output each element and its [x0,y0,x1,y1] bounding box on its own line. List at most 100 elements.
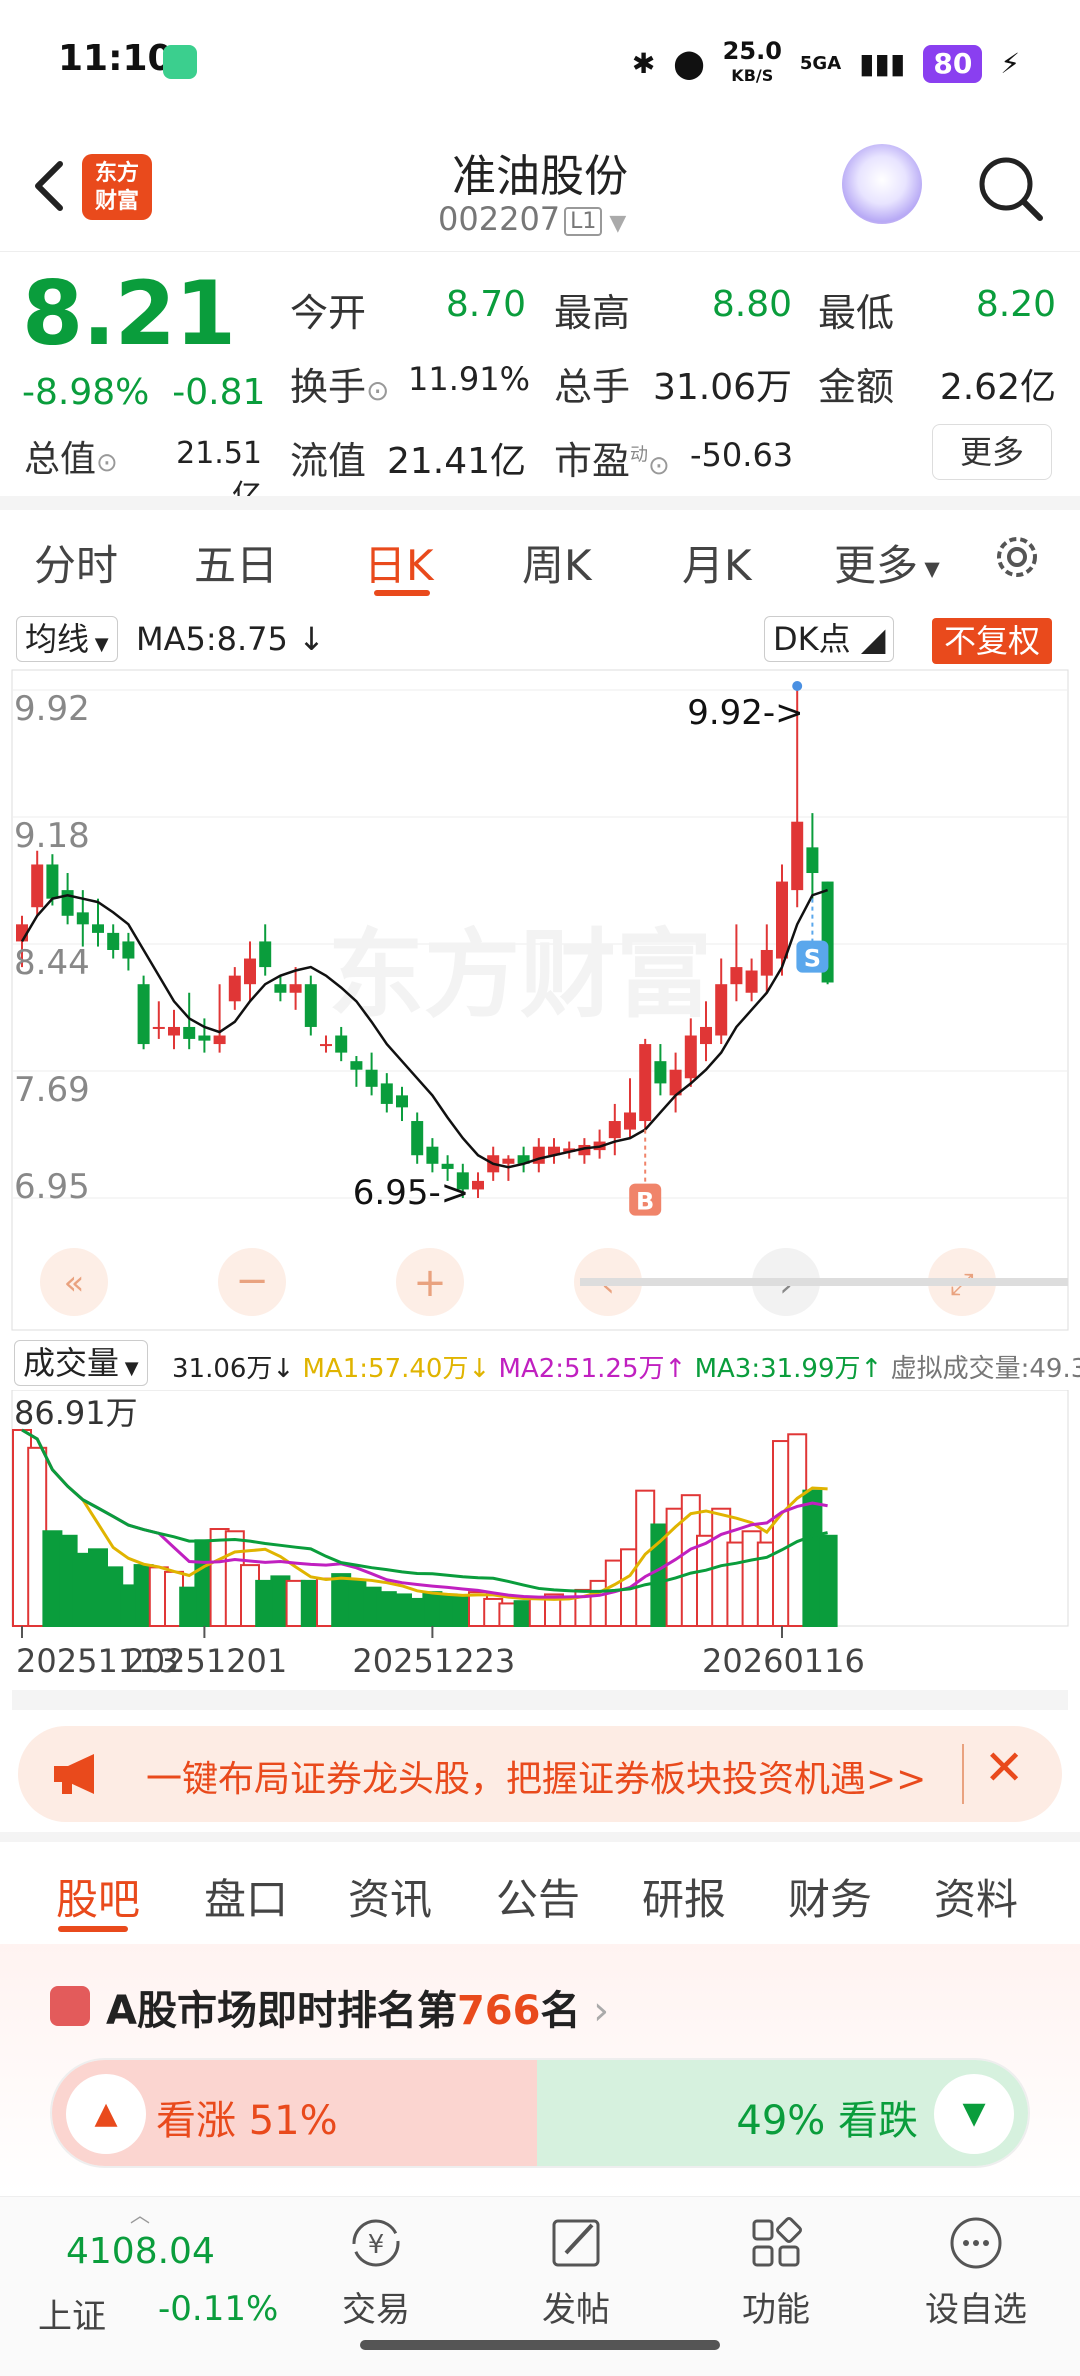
candle-body [700,1026,712,1045]
vote-up-label: 看涨 51% [156,2098,338,2144]
bluetooth-icon: ✱ [631,47,656,80]
y-tick-label: 7.69 [14,1070,90,1110]
nav-add-watchlist[interactable]: 设自选 [906,2213,1046,2331]
info-icon: ⊙ [366,374,390,407]
candle-body [472,1180,484,1190]
amount-label: 金额 [818,365,895,409]
nav-functions[interactable]: 功能 [706,2213,846,2331]
candle-body [396,1095,408,1108]
index-value[interactable]: 4108.04 [66,2231,215,2272]
high-marker: 9.92-> [687,693,803,733]
vote-down-label: 49% 看跌 [736,2098,918,2144]
dk-point-button[interactable]: DK点 ◢ [764,616,895,662]
more-quote-button[interactable]: 更多 [932,424,1052,480]
signal-label: 5GA [799,53,842,74]
clock: 11:10 [58,38,173,79]
candle-body [806,847,819,874]
candle-body [122,941,135,959]
nav-trade[interactable]: ¥ 交易 [306,2213,446,2331]
close-icon[interactable]: ✕ [984,1740,1024,1796]
ranking-icon [50,1986,90,2026]
candle-body [760,949,773,976]
candle-body [335,1035,348,1053]
tab-more[interactable]: 更多 ▼ [834,532,940,593]
low-marker: 6.95-> [353,1173,469,1213]
sentiment-vote: ▲ 看涨 51% 49% 看跌 ▼ [50,2058,1030,2168]
candle-body [61,890,74,916]
candle-body [745,970,758,993]
candle-body [152,1026,165,1029]
promo-banner[interactable]: 一键布局证券龙头股，把握证券板块投资机遇>> ✕ [18,1726,1062,1822]
tab-news[interactable]: 资讯 [348,1866,432,1927]
scroll-left-icon[interactable]: « [64,1263,85,1303]
price-change: -8.98% -0.81 [22,372,266,413]
zoom-in-icon[interactable]: + [413,1260,447,1306]
level-badge: L1 [564,206,603,236]
tab-daily-k[interactable]: 日K [364,532,434,593]
marker-text: S [804,945,821,973]
megaphone-icon [54,1754,94,1794]
dropdown-icon: ▼ [602,211,627,236]
scroll-track[interactable] [580,1278,1068,1286]
settings-gear-icon[interactable] [988,528,1046,586]
adjust-mode-button[interactable]: 不复权 [932,618,1053,664]
candle-body [365,1069,378,1087]
indicator-select[interactable]: 成交量 ▼ [14,1340,148,1386]
charging-icon: ⚡ [1000,47,1020,80]
candle-body [791,821,804,891]
tab-profile[interactable]: 资料 [934,1866,1018,1927]
ma-select[interactable]: 均线 ▼ [16,616,118,662]
market-rank[interactable]: A股市场即时排名第766名 › [106,1978,609,2036]
status-icons: ✱ ⬤ 25.0 KB/S 5GA ▮▮▮ 80 ⚡ [631,39,1020,87]
candle-body [168,1026,180,1036]
float-value: 21.41亿 [386,441,526,482]
candle-body [228,975,241,1002]
stock-code[interactable]: 002207 L1 ▼ [438,200,626,238]
candle-body [31,864,44,908]
candlestick-chart[interactable]: 东方财富 9.929.188.447.696.95 9.92-> 6.95-> … [0,668,1080,1338]
candle-body [46,864,59,899]
tab-guba[interactable]: 股吧 [56,1866,140,1927]
tab-finance[interactable]: 财务 [788,1866,872,1927]
open-value: 8.70 [445,284,526,325]
candle-body [441,1163,454,1169]
chart-period-tabs: 分时 五日 日K 周K 月K 更多 ▼ [0,510,1080,610]
tab-announcements[interactable]: 公告 [496,1866,580,1927]
assistant-robot-icon[interactable] [842,144,922,224]
tab-weekly-k[interactable]: 周K [522,532,592,593]
tab-research[interactable]: 研报 [642,1866,726,1927]
float-label: 流值 [290,439,367,483]
volume-value: 31.06万 [652,367,792,408]
vote-up-icon[interactable]: ▲ [66,2074,146,2154]
search-icon[interactable] [976,154,1046,224]
edit-icon [552,2219,600,2267]
zoom-out-icon[interactable]: − [235,1258,269,1304]
grid-icon [752,2217,802,2267]
high-label: 最高 [554,291,631,335]
low-label: 最低 [818,291,895,335]
turnover-label: 换手⊙ [290,365,390,409]
date-label: 20251201 [124,1642,287,1680]
candle-body [259,941,272,968]
candle-body [107,932,120,950]
tab-order-book[interactable]: 盘口 [204,1866,288,1927]
candle-body [776,881,788,959]
watermark: 东方财富 [328,919,712,1031]
mktcap-label: 总值⊙ [24,439,118,480]
tab-intraday[interactable]: 分时 [34,532,118,593]
volume-bar [817,1534,838,1627]
candle-body [654,1061,667,1084]
home-indicator[interactable] [360,2340,720,2350]
candle-body [213,1035,226,1045]
expand-icon[interactable]: ︿ [130,2199,150,2228]
tab-monthly-k[interactable]: 月K [682,532,752,593]
nav-post[interactable]: 发帖 [506,2213,646,2331]
vote-down-icon[interactable]: ▼ [934,2074,1014,2154]
signal-bars-icon: ▮▮▮ [859,47,906,80]
ma5-readout: MA5:8.75 ↓ [136,620,325,658]
y-tick-label: 6.95 [14,1167,90,1207]
candle-body [76,912,89,925]
tab-five-day[interactable]: 五日 [194,532,278,593]
candle-body [730,967,743,985]
marker-text: B [636,1188,654,1216]
